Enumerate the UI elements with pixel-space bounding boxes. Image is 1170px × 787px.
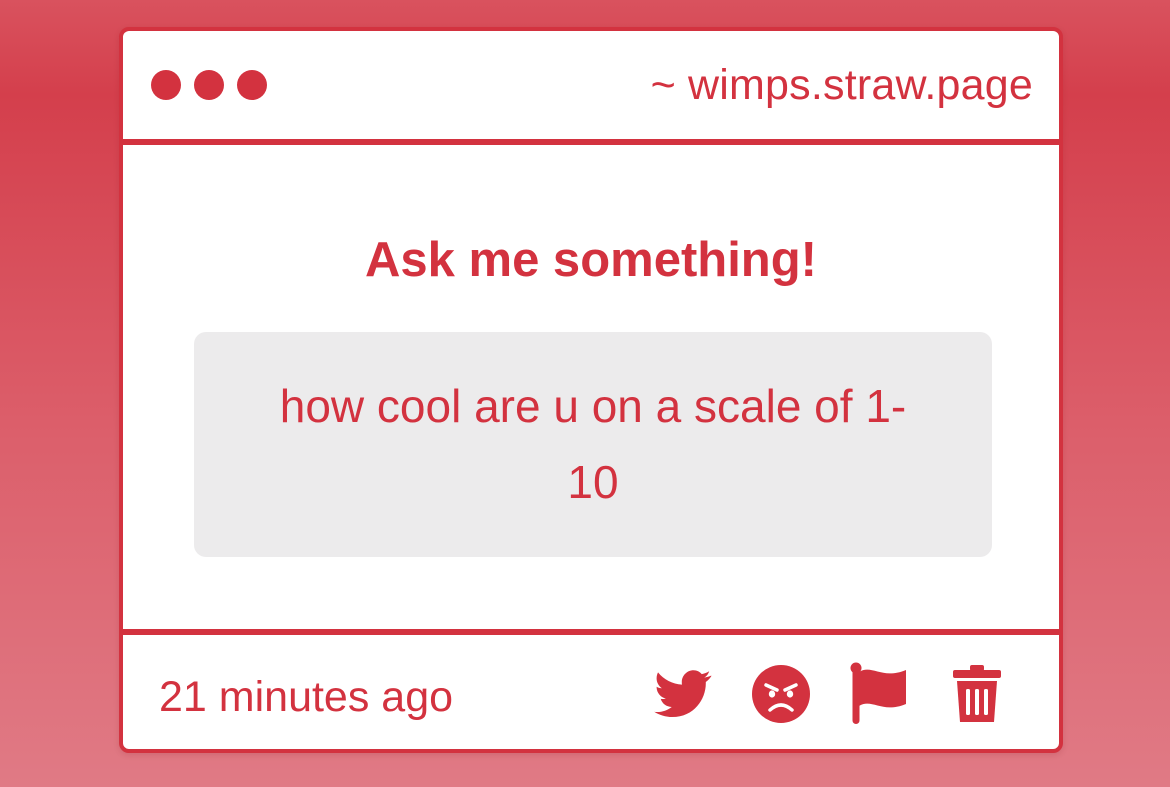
page-url: ~ wimps.straw.page — [650, 61, 1033, 109]
share-twitter-button[interactable] — [651, 662, 715, 726]
question-box: how cool are u on a scale of 1- 10 — [194, 332, 992, 557]
window-titlebar: ~ wimps.straw.page — [123, 31, 1059, 145]
card-content: Ask me something! how cool are u on a sc… — [123, 145, 1059, 629]
report-button[interactable] — [847, 662, 911, 726]
trash-icon — [953, 665, 1001, 722]
window-dot-1 — [151, 70, 181, 100]
question-text-line-1: how cool are u on a scale of 1- — [279, 380, 907, 432]
timestamp: 21 minutes ago — [159, 673, 454, 721]
angry-face-icon — [752, 665, 810, 723]
card-footer: 21 minutes ago — [123, 629, 1059, 749]
delete-button[interactable] — [945, 662, 1009, 726]
action-bar — [651, 662, 1009, 726]
window-dot-3 — [237, 70, 267, 100]
question-text-line-2: 10 — [567, 456, 619, 508]
window-controls — [151, 70, 267, 100]
page-title: Ask me something! — [365, 233, 817, 287]
window-dot-2 — [194, 70, 224, 100]
question-card: ~ wimps.straw.page Ask me something! how… — [119, 27, 1063, 753]
flag-icon — [850, 662, 906, 724]
twitter-icon — [654, 670, 712, 718]
block-button[interactable] — [749, 662, 813, 726]
